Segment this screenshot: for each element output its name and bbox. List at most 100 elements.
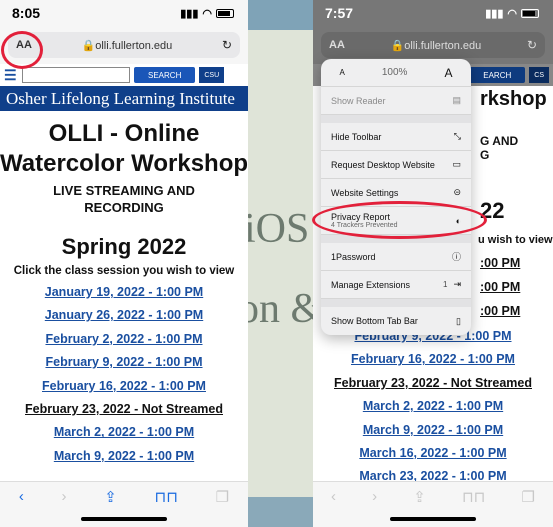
menu-item-request-desktop[interactable]: Request Desktop Website ▭ [321, 151, 471, 179]
session-link[interactable]: February 9, 2022 - 1:00 PM [0, 351, 248, 374]
annotation-circle-website-settings [312, 201, 487, 239]
session-link[interactable]: February 16, 2022 - 1:00 PM [0, 375, 248, 398]
menu-item-manage-extensions[interactable]: Manage Extensions 1 ⇥ [321, 271, 471, 299]
reload-icon[interactable]: ↻ [222, 38, 232, 52]
page-settings-button[interactable]: AA [329, 39, 345, 51]
menu-item-show-reader[interactable]: Show Reader ▤ [321, 87, 471, 115]
session-link[interactable]: March 9, 2022 - 1:00 PM [0, 445, 248, 468]
site-search-row: ☰ SEARCH CSU [0, 64, 248, 86]
session-list: February 9, 2022 - 1:00 PM February 16, … [313, 325, 553, 489]
menu-item-1password[interactable]: 1Password ⓘ [321, 243, 471, 271]
right-phone-screenshot: 7:57 ▮▮▮ ◠ AA 🔒olli.fullerton.edu ↻ EARC… [313, 0, 553, 527]
home-indicator [81, 517, 167, 521]
reader-icon: ▤ [452, 95, 461, 105]
desktop-icon: ▭ [452, 159, 461, 169]
back-icon[interactable]: ‹ [19, 488, 24, 505]
page-title-fragment: rkshop [480, 88, 547, 110]
status-time: 8:05 [12, 5, 41, 21]
search-button[interactable]: EARCH [469, 67, 526, 83]
instruction-fragment: u wish to view [478, 234, 553, 246]
url-field[interactable]: AA 🔒olli.fullerton.edu ↻ [321, 32, 545, 58]
session-link[interactable]: March 2, 2022 - 1:00 PM [0, 421, 248, 444]
session-link[interactable]: January 26, 2022 - 1:00 PM [0, 304, 248, 327]
bookmarks-icon[interactable]: ⊓⊓ [155, 488, 178, 506]
session-link[interactable]: March 16, 2022 - 1:00 PM [313, 442, 553, 465]
background-text-on: on & [238, 286, 324, 332]
tabs-icon[interactable]: ❐ [521, 488, 534, 506]
subtitle-line1: LIVE STREAMING AND [53, 183, 195, 198]
status-bar: 8:05 ▮▮▮ ◠ [0, 0, 248, 26]
session-link[interactable]: January 19, 2022 - 1:00 PM [0, 281, 248, 304]
settings-icon: ⊝ [453, 187, 461, 197]
share-icon[interactable]: ⇪ [104, 488, 117, 506]
forward-icon[interactable]: › [62, 488, 67, 505]
page-settings-menu: A 100% A Show Reader ▤ Hide Toolbar ⤡ Re… [321, 59, 471, 335]
session-list: January 19, 2022 - 1:00 PM January 26, 2… [0, 281, 248, 468]
subtitle-line2: RECORDING [84, 200, 164, 215]
status-bar: 7:57 ▮▮▮ ◠ [313, 0, 553, 26]
wifi-icon: ◠ [202, 7, 212, 20]
status-icons: ▮▮▮ ◠ [180, 7, 234, 20]
url-field[interactable]: AA 🔒olli.fullerton.edu ↻ [8, 32, 240, 58]
menu-item-show-bottom-tab-bar[interactable]: Show Bottom Tab Bar ▯ [321, 307, 471, 335]
zoom-controls: A 100% A [321, 59, 471, 87]
site-banner: Osher Lifelong Learning Institute [0, 86, 248, 111]
bookmarks-icon[interactable]: ⊓⊓ [462, 488, 485, 506]
url-text: 🔒olli.fullerton.edu [81, 39, 173, 52]
resize-icon: ⤡ [453, 131, 461, 141]
menu-item-label: Show Reader [331, 95, 386, 106]
page-content: OLLI - Online Watercolor Workshop LIVE S… [0, 119, 248, 468]
annotation-circle-aa [1, 31, 43, 69]
session-not-streamed: February 23, 2022 - Not Streamed [334, 375, 532, 390]
battery-icon [216, 8, 234, 18]
signal-icon: ▮▮▮ [485, 7, 504, 20]
menu-item-label: Hide Toolbar [331, 131, 382, 142]
menu-icon[interactable]: ☰ [4, 67, 18, 84]
session-link[interactable]: March 9, 2022 - 1:00 PM [313, 419, 553, 442]
status-time: 7:57 [325, 5, 354, 21]
session-link[interactable]: February 2, 2022 - 1:00 PM [0, 328, 248, 351]
menu-item-label: Show Bottom Tab Bar [331, 316, 418, 326]
status-icons: ▮▮▮ ◠ [485, 7, 539, 20]
session-link[interactable]: :00 PM [480, 276, 520, 299]
menu-separator [321, 299, 471, 307]
subtitle-fragment: G [480, 148, 490, 162]
csu-link[interactable]: CSU [199, 67, 225, 83]
extensions-count-badge: 1 [443, 280, 448, 289]
onepassword-icon: ⓘ [451, 252, 461, 262]
session-link[interactable]: March 2, 2022 - 1:00 PM [313, 395, 553, 418]
menu-item-label: Website Settings [331, 187, 399, 198]
signal-icon: ▮▮▮ [180, 7, 199, 20]
wifi-icon: ◠ [507, 7, 517, 20]
session-not-streamed: February 23, 2022 - Not Streamed [25, 402, 223, 417]
url-text: 🔒olli.fullerton.edu [390, 39, 482, 52]
reload-icon[interactable]: ↻ [527, 38, 537, 52]
zoom-in-button[interactable]: A [444, 66, 452, 80]
zoom-level: 100% [381, 67, 408, 78]
menu-item-label: 1Password [331, 251, 376, 262]
session-link[interactable]: :00 PM [480, 252, 520, 275]
left-phone-screenshot: 8:05 ▮▮▮ ◠ AA 🔒olli.fullerton.edu ↻ ☰ SE… [0, 0, 248, 527]
extensions-icon: ⇥ [453, 279, 461, 289]
page-title-line2: Watercolor Workshop [0, 150, 248, 177]
csu-link[interactable]: CS [529, 67, 549, 83]
zoom-out-button[interactable]: A [340, 68, 345, 77]
search-button[interactable]: SEARCH [134, 67, 196, 83]
share-icon[interactable]: ⇪ [413, 488, 426, 506]
menu-separator [321, 115, 471, 123]
session-link[interactable]: :00 PM [480, 300, 520, 323]
forward-icon[interactable]: › [372, 488, 377, 505]
search-input[interactable] [22, 67, 130, 83]
back-icon[interactable]: ‹ [331, 488, 336, 505]
menu-item-label: Manage Extensions [331, 279, 411, 290]
tabs-icon[interactable]: ❐ [216, 488, 229, 506]
background-text-ios: iOS [244, 206, 310, 252]
tabbar-icon: ▯ [456, 315, 461, 326]
session-link[interactable]: February 16, 2022 - 1:00 PM [313, 348, 553, 371]
page-title-line1: OLLI - Online [48, 120, 200, 147]
season-heading: Spring 2022 [61, 234, 187, 259]
instruction-text: Click the class session you wish to view [13, 265, 235, 277]
menu-item-hide-toolbar[interactable]: Hide Toolbar ⤡ [321, 123, 471, 151]
battery-icon [521, 8, 539, 18]
menu-item-label: Request Desktop Website [331, 159, 435, 170]
